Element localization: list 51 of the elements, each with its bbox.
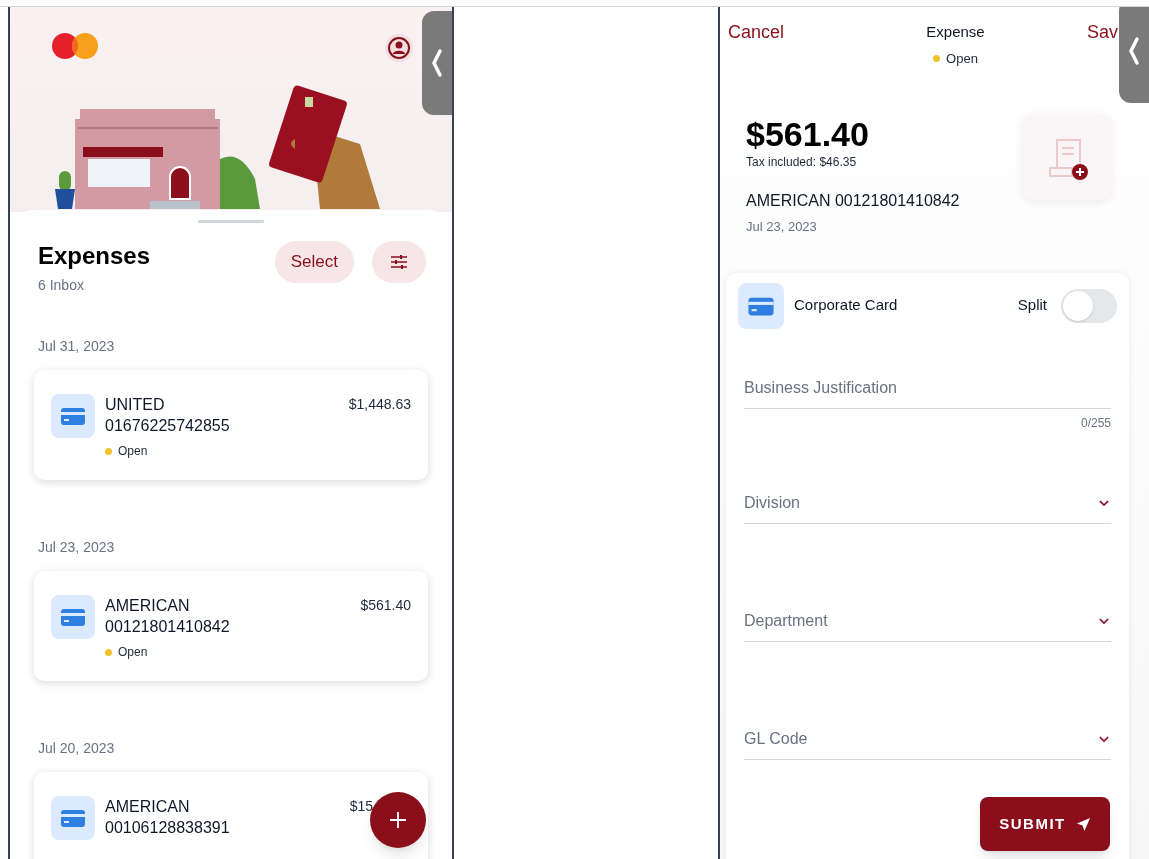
page-title: Expenses [38,241,151,271]
side-tab-handle[interactable] [422,11,452,115]
expense-card[interactable]: UNITED 01676225742855 Open $1,448.63 [34,370,428,480]
two-circles-logo [50,31,100,61]
cancel-button[interactable]: Cancel [728,19,785,46]
send-icon [1075,816,1091,832]
chevron-down-icon [1099,499,1109,507]
status-label: Open [118,443,148,460]
add-receipt-button[interactable] [1023,114,1111,200]
credit-card-icon [738,282,784,329]
date-header: Jul 20, 2023 [38,739,116,758]
expense-card[interactable]: AMERICAN 00106128838391 $15 [34,772,428,859]
expense-amount: $15 [349,797,373,816]
credit-card-icon [51,796,95,840]
sliders-icon [390,254,408,270]
profile-icon[interactable] [385,34,413,62]
payment-method: Corporate Card [794,295,899,316]
plus-icon [389,811,407,829]
merchant-name: UNITED 01676225742855 [105,395,231,436]
date-header: Jul 23, 2023 [38,538,116,557]
chevron-down-icon [1099,735,1109,743]
character-counter: 0/255 [1080,414,1111,432]
dropdown-field[interactable]: Department [744,601,1111,642]
screen-title: Expense [926,22,985,42]
business-justification-field[interactable]: Business Justification [744,368,1111,409]
expense-date: Jul 23, 2023 [746,218,818,236]
merchant-name: AMERICAN 00106128838391 [105,797,231,838]
status-label: Open [118,644,148,661]
date-header: Jul 31, 2023 [38,337,116,356]
credit-card-icon [51,394,95,438]
expense-amount: $561.40 [746,114,870,154]
select-button[interactable]: Select [274,241,354,283]
side-tab-handle[interactable] [1119,7,1149,103]
dropdown-field[interactable]: GL Code [744,719,1111,760]
dropdown-field[interactable]: Division [744,483,1111,524]
expense-amount: $561.40 [360,596,411,615]
save-button[interactable]: Sav [1086,19,1118,46]
merchant-name: AMERICAN 00121801410842 [105,596,231,637]
chevron-down-icon [1099,617,1109,625]
expense-amount: $1,448.63 [348,395,411,414]
filter-button[interactable] [372,241,426,283]
inbox-count: 6 Inbox [38,276,85,295]
split-toggle[interactable] [1061,288,1117,323]
status-label: Open [946,49,978,68]
credit-card-icon [51,595,95,639]
expense-card[interactable]: AMERICAN 00121801410842 Open $561.40 [34,571,428,681]
submit-button[interactable]: SUBMIT [980,797,1110,851]
merchant-name: AMERICAN 00121801410842 [746,191,960,211]
split-label: Split [1017,295,1047,316]
tax-included-text: Tax included: $46.35 [746,154,858,171]
sheet-handle[interactable] [198,220,264,223]
